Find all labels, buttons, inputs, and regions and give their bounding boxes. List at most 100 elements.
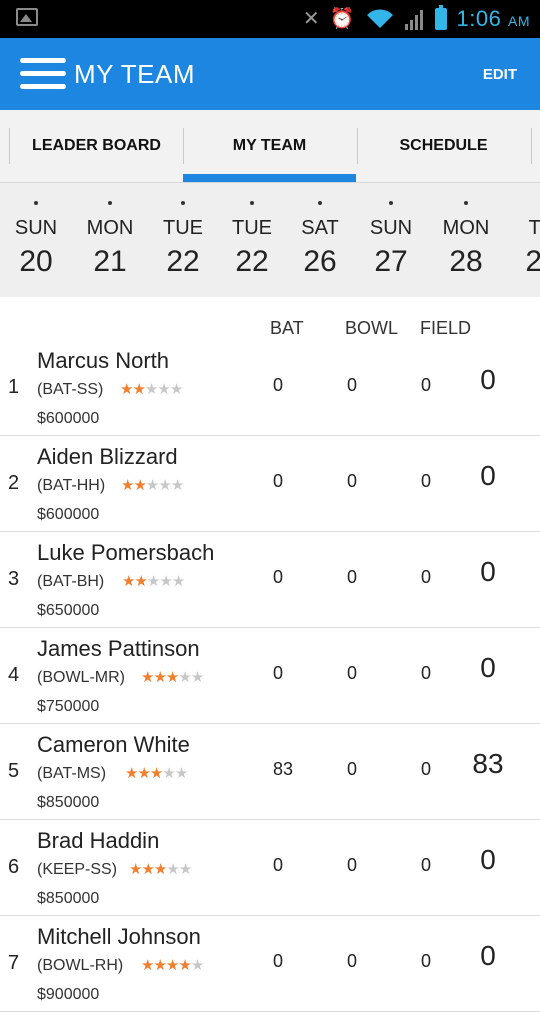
field-score: 0 — [421, 375, 432, 395]
star-icon: ★ — [132, 381, 145, 398]
tab-divider — [531, 128, 532, 164]
star-rating: ★★★★★ — [125, 764, 188, 782]
star-icon: ★ — [166, 861, 179, 878]
field-score: 0 — [421, 855, 432, 875]
player-row[interactable]: 1 Marcus North (BAT-SS) ★★★★★ $600000 0 0 0 0 — [0, 340, 540, 436]
tab-indicator — [183, 174, 356, 182]
star-icon: ★ — [120, 381, 133, 398]
player-row[interactable]: 5 Cameron White (BAT-MS) ★★★★★ $850000 83 0 0 83 — [0, 724, 540, 820]
player-price: $600000 — [37, 410, 100, 427]
star-icon: ★ — [125, 765, 138, 782]
player-price: $600000 — [37, 506, 100, 523]
star-icon: ★ — [153, 669, 166, 686]
player-name: Brad Haddin — [37, 828, 160, 853]
star-rating: ★★★★★ — [120, 380, 183, 398]
total-score: 0 — [480, 844, 496, 875]
star-icon: ★ — [158, 477, 171, 494]
bowl-score: 0 — [347, 375, 358, 395]
player-name: Luke Pomersbach — [37, 540, 215, 565]
page-title: MY TEAM — [74, 59, 196, 89]
status-icons: ✕ ⏰ 1:06 AM — [303, 0, 530, 38]
battery-icon — [434, 5, 447, 30]
bat-score: 0 — [273, 567, 284, 587]
star-icon: ★ — [133, 477, 146, 494]
star-icon: ★ — [153, 861, 167, 878]
menu-icon[interactable] — [20, 56, 66, 92]
action-bar: MY TEAM EDIT — [0, 38, 540, 110]
clock: 1:06 AM — [456, 6, 530, 31]
star-rating: ★★★★★ — [121, 476, 184, 494]
bowl-score: 0 — [347, 567, 358, 587]
player-role: (BAT-SS) — [37, 381, 104, 398]
player-role: (BOWL-MR) — [37, 669, 125, 686]
player-row[interactable]: 3 Luke Pomersbach (BAT-BH) ★★★★★ $650000 0 0 0 0 — [0, 532, 540, 628]
field-score: 0 — [421, 471, 432, 491]
player-rank: 3 — [8, 568, 20, 590]
image-icon — [16, 8, 38, 26]
star-rating: ★★★★★ — [141, 956, 204, 974]
star-icon: ★ — [122, 573, 135, 590]
column-header-bowl: BOWL — [345, 318, 399, 338]
total-score: 0 — [480, 940, 496, 971]
star-rating: ★★★★★ — [141, 668, 204, 686]
edit-button[interactable]: EDIT — [483, 66, 517, 83]
player-row[interactable]: 2 Aiden Blizzard (BAT-HH) ★★★★★ $600000 0 0 0 0 — [0, 436, 540, 532]
bowl-score: 0 — [347, 855, 358, 875]
total-score: 0 — [480, 460, 496, 491]
signal-icon — [404, 10, 423, 30]
field-score: 0 — [421, 663, 432, 683]
player-role: (BAT-BH) — [37, 573, 105, 590]
bowl-score: 0 — [347, 663, 358, 683]
wifi-icon — [366, 9, 393, 28]
column-header-bat: BAT — [270, 318, 304, 338]
star-icon: ★ — [169, 381, 183, 398]
player-name: Marcus North — [37, 348, 170, 373]
player-name: James Pattinson — [37, 636, 200, 661]
star-icon: ★ — [134, 573, 147, 590]
bat-score: 0 — [273, 663, 284, 683]
star-icon: ★ — [121, 477, 134, 494]
star-icon: ★ — [178, 861, 192, 878]
bowl-score: 0 — [347, 951, 358, 971]
total-score: 83 — [472, 748, 504, 779]
player-rank: 7 — [8, 952, 20, 974]
star-icon: ★ — [129, 861, 142, 878]
field-score: 0 — [421, 951, 432, 971]
player-price: $650000 — [37, 602, 100, 619]
player-row[interactable]: 4 James Pattinson (BOWL-MR) ★★★★★ $750000 0 0 0… — [0, 628, 540, 724]
player-role: (BAT-MS) — [37, 765, 107, 782]
player-row[interactable]: 7 Mitchell Johnson (BOWL-RH) ★★★★★ $900000 0 0… — [0, 916, 540, 1012]
star-rating: ★★★★★ — [129, 860, 192, 878]
bowl-score: 0 — [347, 759, 358, 779]
star-icon: ★ — [174, 765, 188, 782]
tab-leader-board[interactable]: LEADER BOARD — [10, 110, 183, 182]
star-rating: ★★★★★ — [122, 572, 185, 590]
field-score: 0 — [421, 567, 432, 587]
star-icon: ★ — [141, 861, 154, 878]
star-icon: ★ — [159, 573, 172, 590]
star-icon: ★ — [170, 477, 184, 494]
tab-schedule[interactable]: SCHEDULE — [357, 110, 530, 182]
bat-score: 0 — [273, 951, 284, 971]
player-rank: 4 — [8, 664, 20, 686]
tab-bar: LEADER BOARD MY TEAM SCHEDULE — [0, 110, 540, 183]
player-name: Aiden Blizzard — [37, 444, 178, 469]
player-role: (BAT-HH) — [37, 477, 106, 494]
total-score: 0 — [480, 556, 496, 587]
player-price: $750000 — [37, 698, 100, 715]
tab-my-team[interactable]: MY TEAM — [183, 110, 356, 182]
bowl-score: 0 — [347, 471, 358, 491]
star-icon: ★ — [146, 573, 160, 590]
star-icon: ★ — [157, 381, 170, 398]
date-strip[interactable]: SUN 20 MON 21 TUE 22 TUE 22 SAT 26 SUN 27 MON 2… — [0, 183, 540, 297]
star-icon: ★ — [178, 669, 191, 686]
bat-score: 0 — [273, 375, 284, 395]
player-row[interactable]: 6 Brad Haddin (KEEP-SS) ★★★★★ $850000 0 0 0 0 — [0, 820, 540, 916]
player-name: Cameron White — [37, 732, 190, 757]
player-rank: 6 — [8, 856, 20, 878]
bat-score: 83 — [273, 759, 294, 779]
alarm-icon: ⏰ — [329, 8, 355, 30]
player-rank: 2 — [8, 472, 20, 494]
player-name: Mitchell Johnson — [37, 924, 201, 949]
player-price: $850000 — [37, 890, 100, 907]
